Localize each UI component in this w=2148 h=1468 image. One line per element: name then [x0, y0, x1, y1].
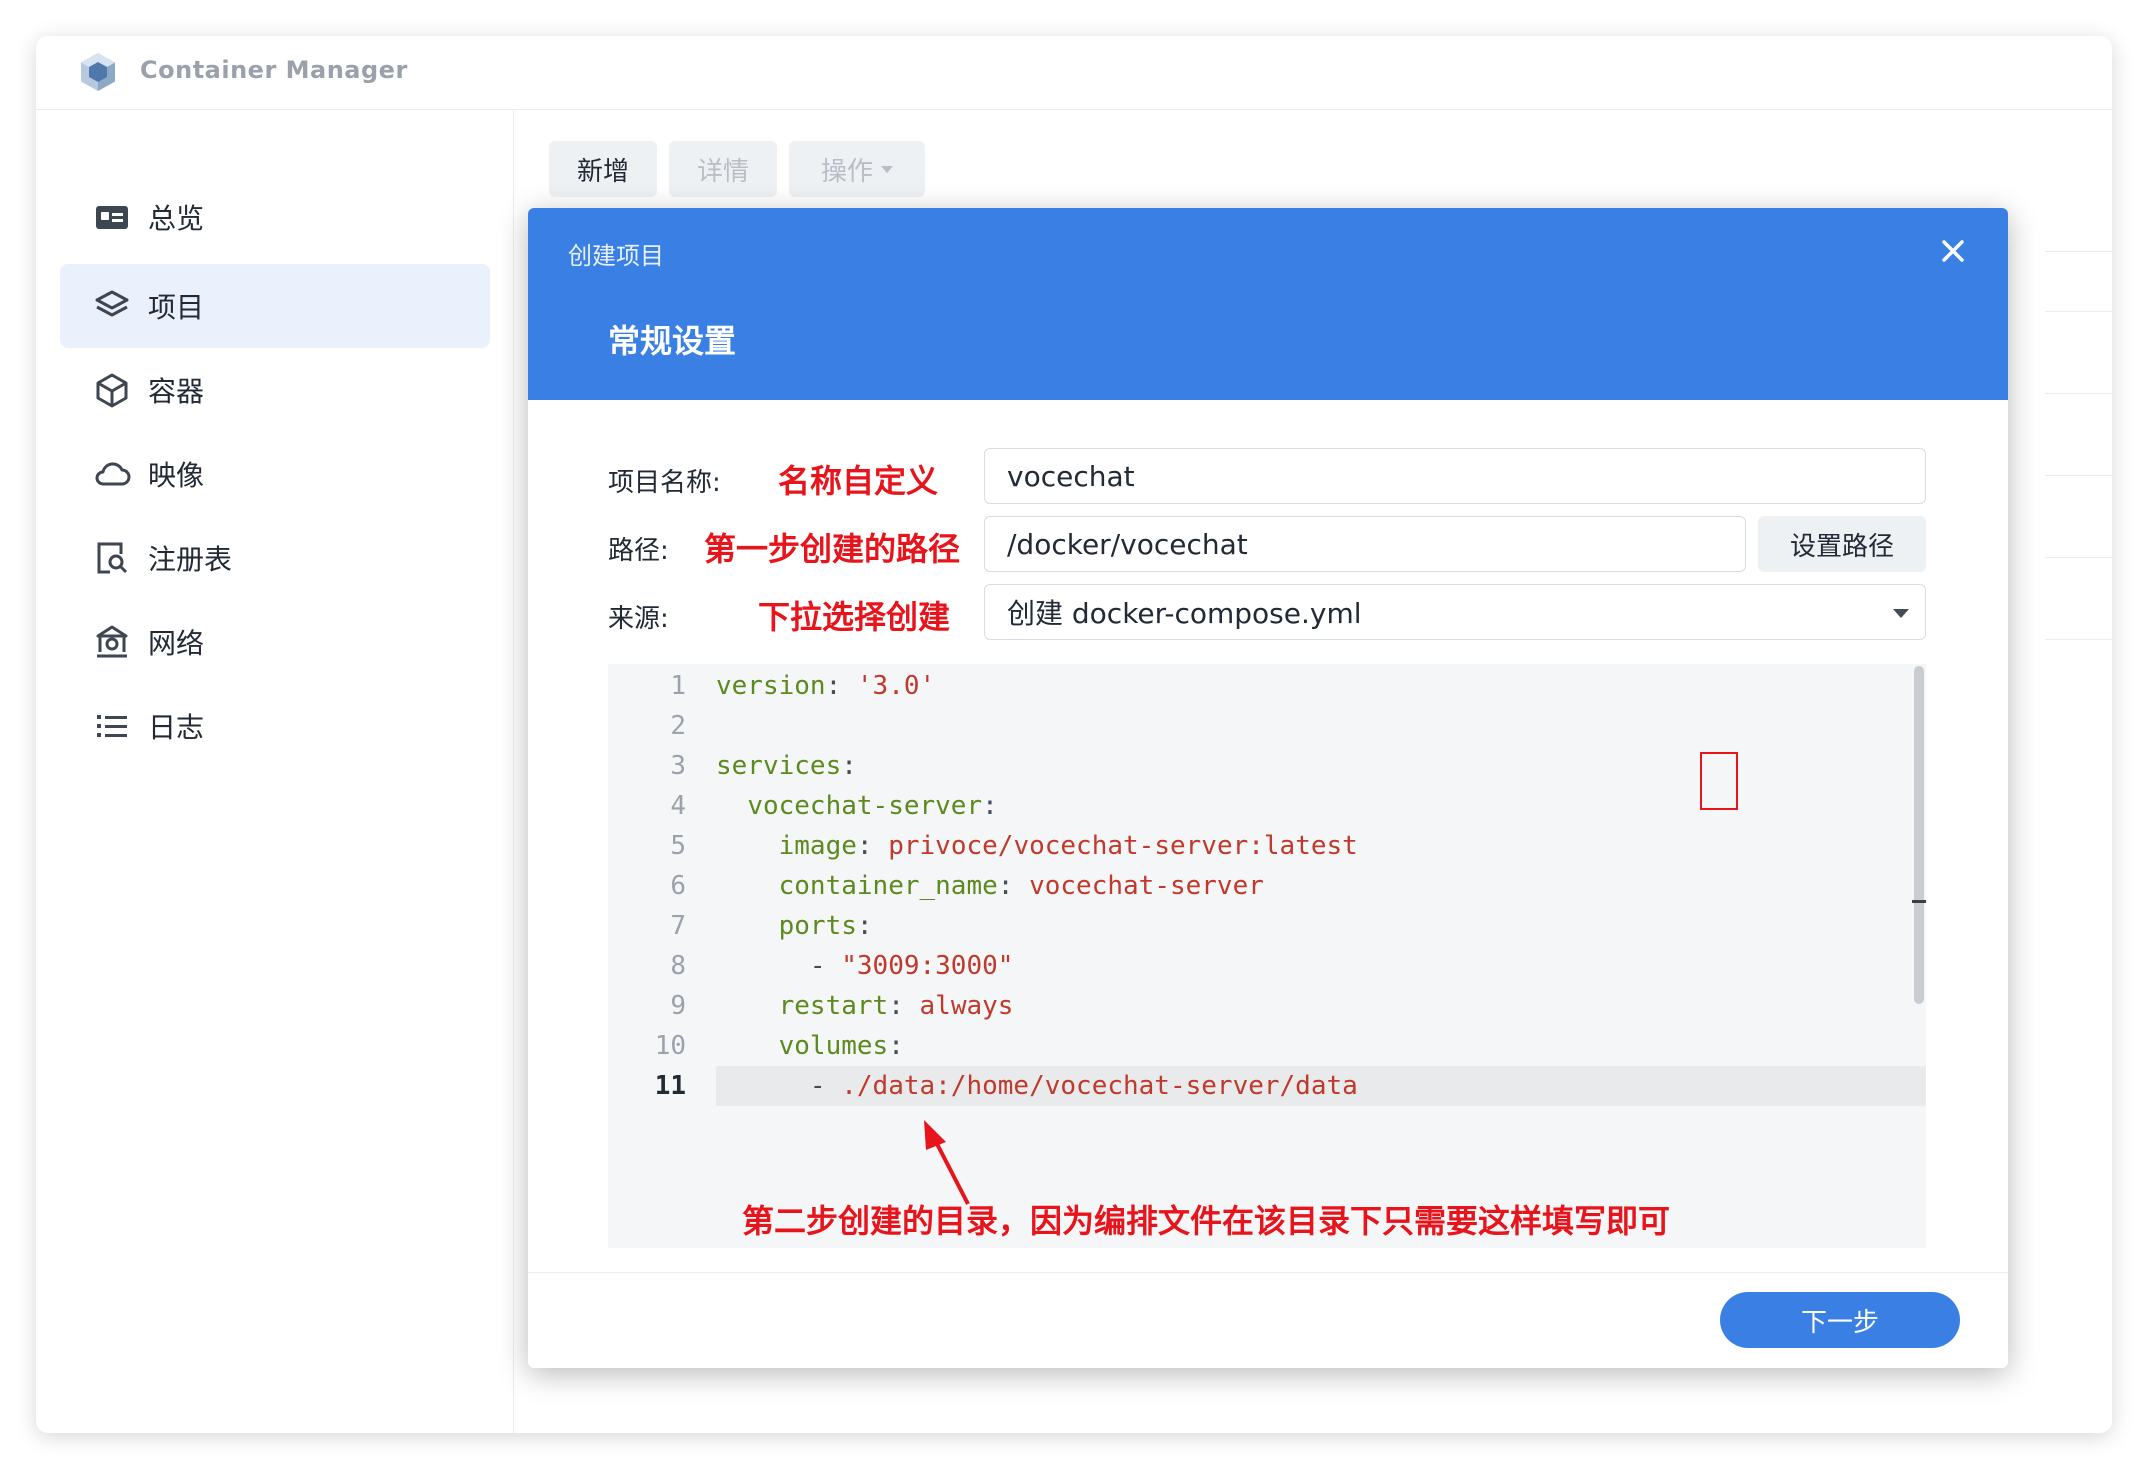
- source-select-value: 创建 docker-compose.yml: [1007, 597, 1362, 630]
- sidebar-item-label: 项目: [148, 291, 205, 324]
- title-bar: Container Manager: [36, 36, 2112, 110]
- layers-icon: [92, 286, 132, 326]
- detail-button[interactable]: 详情: [669, 141, 777, 197]
- next-step-button[interactable]: 下一步: [1720, 1292, 1960, 1348]
- sidebar-item-overview[interactable]: 总览: [60, 175, 490, 259]
- app-title: Container Manager: [140, 56, 408, 84]
- sidebar-item-label: 容器: [148, 375, 205, 408]
- container-manager-logo: [81, 53, 115, 91]
- operations-label: 操作: [820, 156, 873, 187]
- dialog-title: 创建项目: [568, 242, 664, 270]
- new-button[interactable]: 新增: [549, 141, 657, 197]
- project-name-input[interactable]: vocechat: [984, 448, 1926, 504]
- divider: [2045, 251, 2112, 252]
- cloud-icon: [92, 454, 132, 494]
- sidebar-item-network[interactable]: 网络: [60, 600, 490, 684]
- divider: [2045, 311, 2112, 312]
- annotation-arrow-icon: [924, 1120, 970, 1205]
- divider: [2045, 639, 2112, 640]
- annotation-name: 名称自定义: [778, 462, 939, 500]
- sidebar-item-images[interactable]: 映像: [60, 432, 490, 516]
- path-input[interactable]: /docker/vocechat: [984, 516, 1746, 572]
- cube-icon: [92, 370, 132, 410]
- operations-button[interactable]: 操作: [789, 141, 925, 197]
- project-name-label: 项目名称:: [608, 468, 721, 498]
- dialog-subtitle: 常规设置: [608, 322, 737, 360]
- chevron-down-icon: [1893, 609, 1909, 618]
- yaml-editor[interactable]: 1 version: '3.0' 2 3 services: 4 vocechat-ser…: [608, 664, 1926, 1248]
- close-icon[interactable]: [1940, 238, 1966, 264]
- list-icon: [92, 706, 132, 746]
- create-project-dialog: 创建项目 常规设置 项目名称: 名称自定义 vocechat 路径: 第一步创建…: [528, 208, 2008, 1368]
- annotation-source: 下拉选择创建: [758, 598, 951, 636]
- overview-icon: [92, 197, 132, 237]
- set-path-button[interactable]: 设置路径: [1758, 516, 1926, 572]
- sidebar-item-label: 日志: [148, 711, 205, 744]
- chevron-down-icon: [881, 165, 893, 173]
- sidebar-item-logs[interactable]: 日志: [60, 684, 490, 768]
- sidebar-item-label: 注册表: [148, 543, 233, 576]
- registry-search-icon: [92, 538, 132, 578]
- divider: [2045, 475, 2112, 476]
- network-icon: [92, 622, 132, 662]
- divider: [2045, 557, 2112, 558]
- sidebar-item-label: 网络: [148, 627, 205, 660]
- sidebar: 总览 项目 容器 映像 注册表 网络 日志: [36, 111, 514, 1433]
- sidebar-item-projects[interactable]: 项目: [60, 264, 490, 348]
- source-select[interactable]: 创建 docker-compose.yml: [984, 584, 1926, 640]
- divider: [2045, 393, 2112, 394]
- annotation-editor: 第二步创建的目录，因为编排文件在该目录下只需要这样填写即可: [742, 1202, 1671, 1240]
- path-label: 路径:: [608, 536, 669, 566]
- annotation-path: 第一步创建的路径: [704, 530, 961, 568]
- sidebar-item-registry[interactable]: 注册表: [60, 516, 490, 600]
- sidebar-item-label: 总览: [148, 202, 205, 235]
- footer-divider: [528, 1272, 2008, 1273]
- source-label: 来源:: [608, 604, 669, 634]
- sidebar-item-containers[interactable]: 容器: [60, 348, 490, 432]
- dialog-header: 创建项目 常规设置: [528, 208, 2008, 400]
- sidebar-item-label: 映像: [148, 459, 205, 492]
